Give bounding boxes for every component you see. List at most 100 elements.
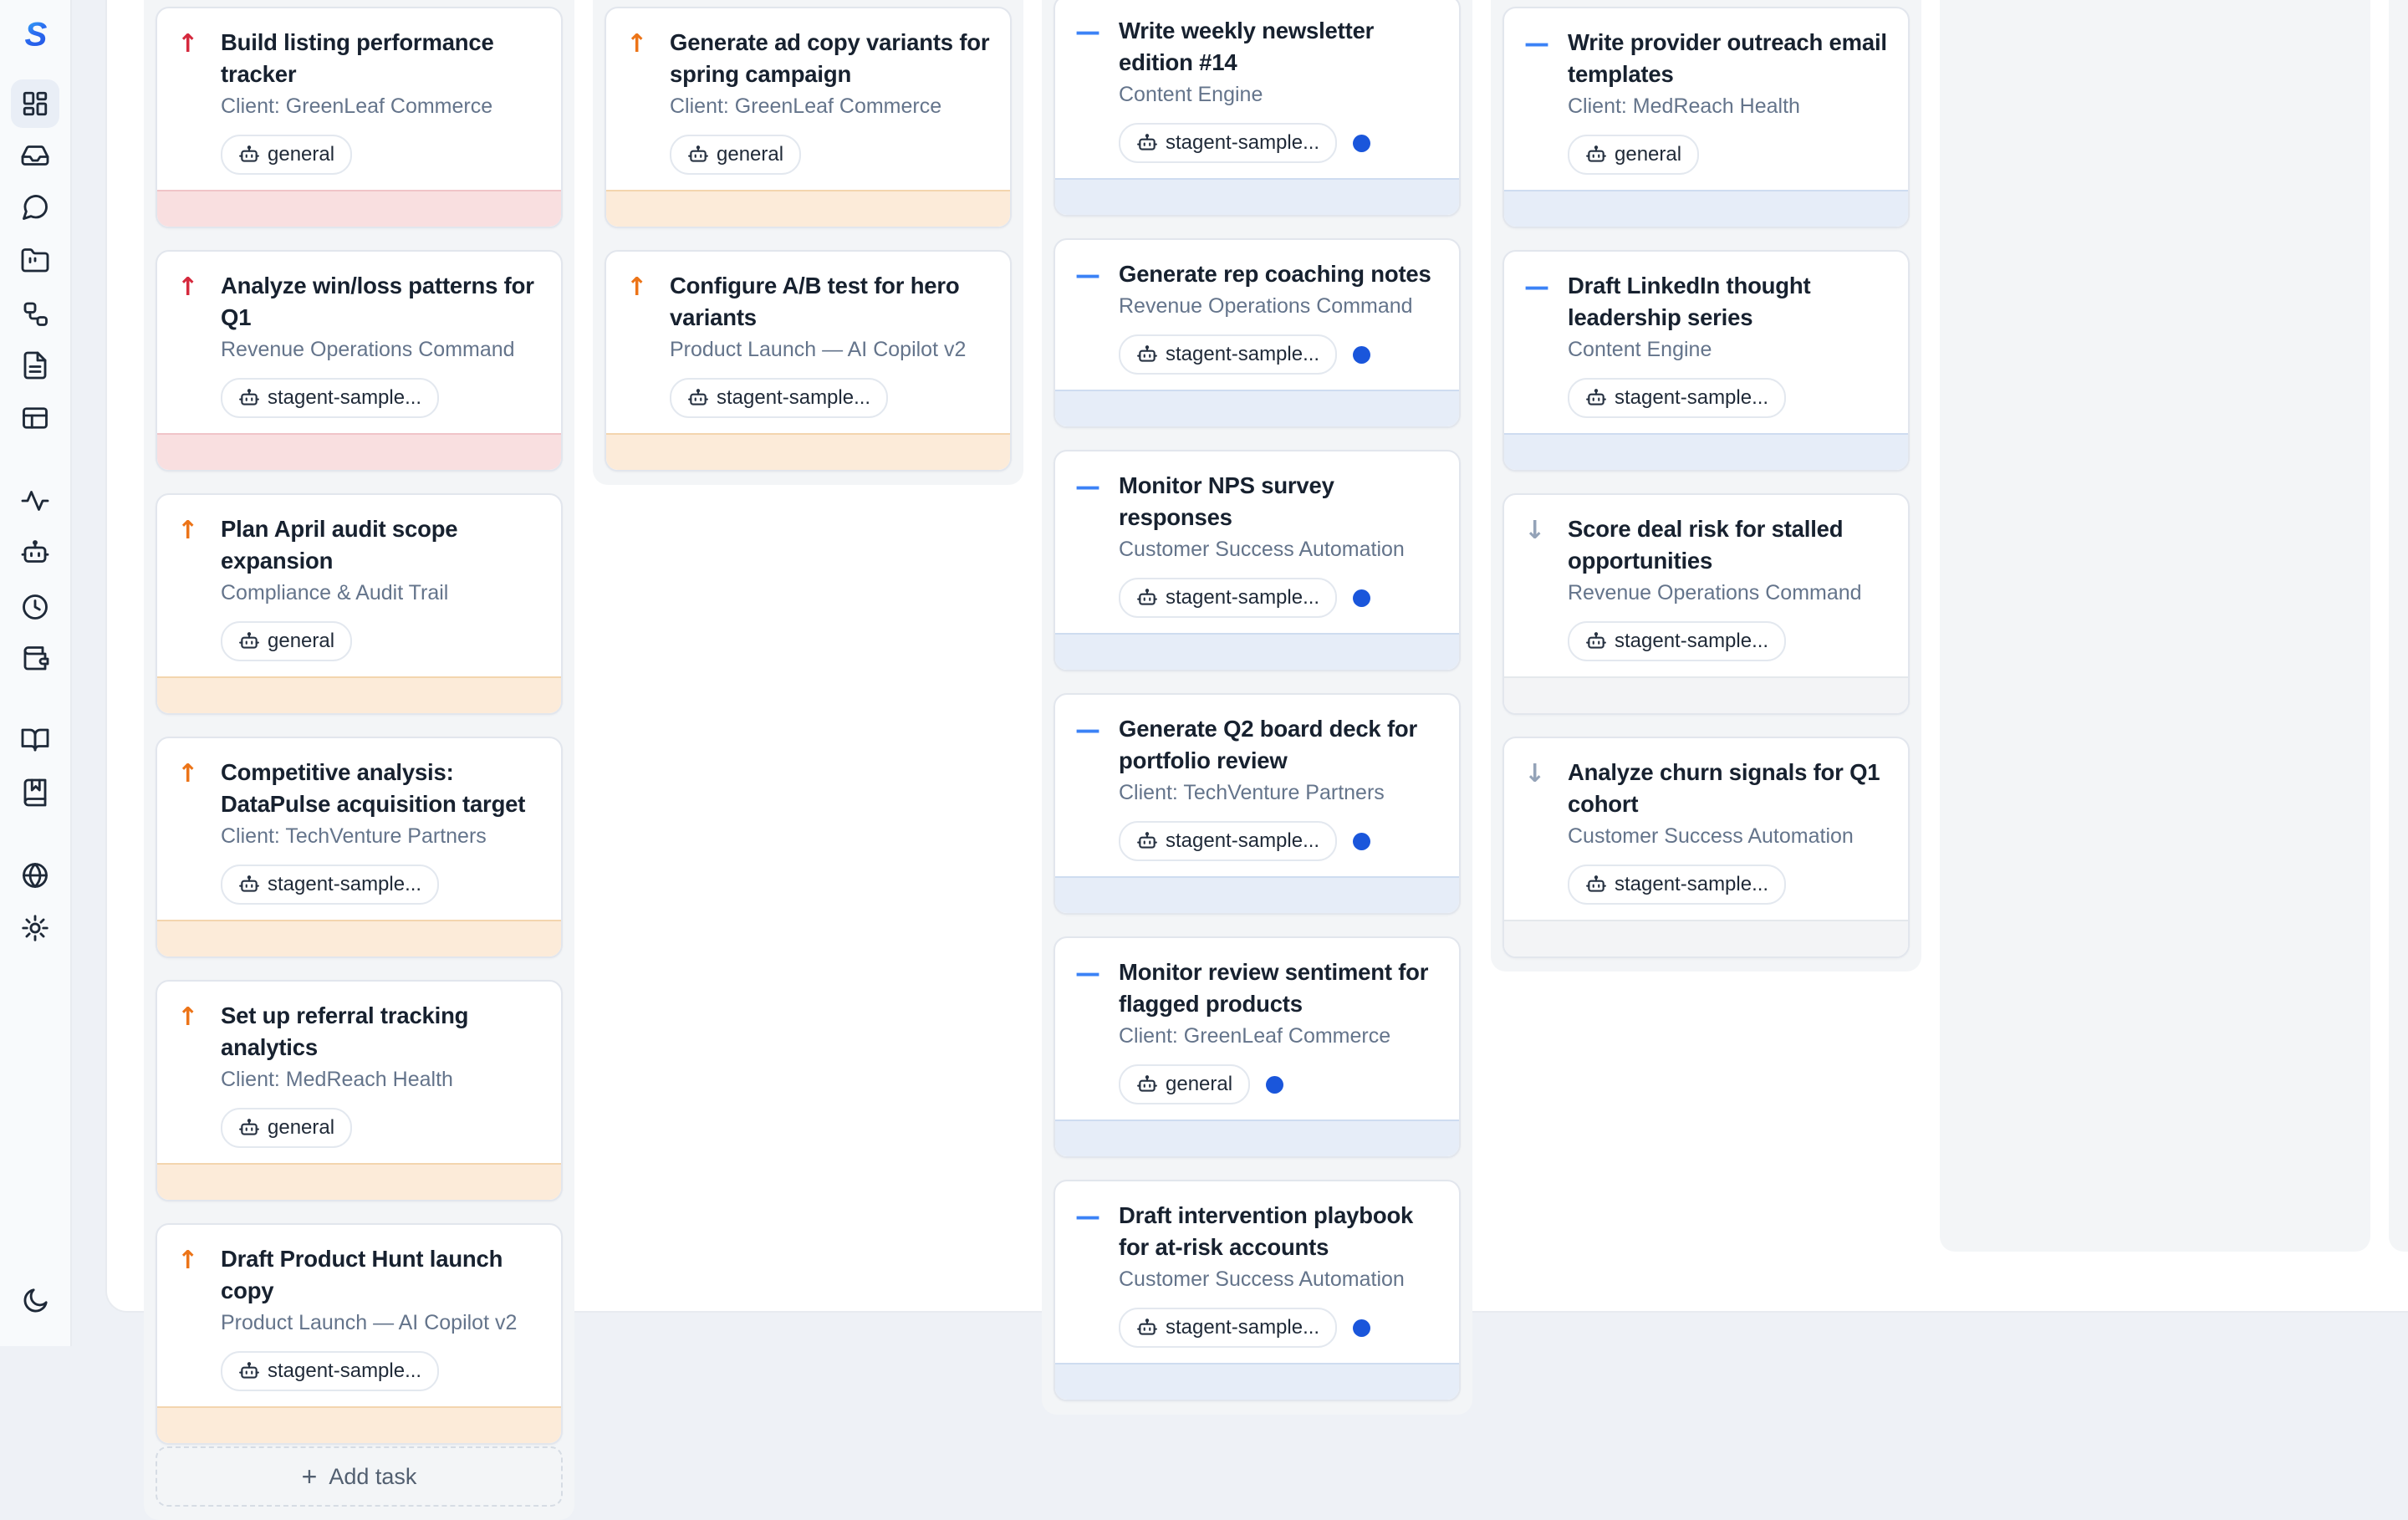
- status-dot: [1353, 589, 1370, 607]
- card-subtitle: Revenue Operations Command: [1119, 293, 1439, 320]
- agent-tag-chip[interactable]: stagent-sample...: [1119, 123, 1337, 163]
- agent-tag-chip[interactable]: general: [221, 621, 352, 661]
- sidebar-item-schedule[interactable]: [11, 583, 59, 631]
- inbox-icon: [20, 140, 50, 171]
- task-card[interactable]: ↑ Draft Product Hunt launch copy Product…: [156, 1223, 563, 1445]
- card-title: Monitor NPS survey responses: [1119, 470, 1439, 533]
- priority-icon: ↓: [1524, 515, 1553, 661]
- agent-tag-chip[interactable]: stagent-sample...: [1568, 621, 1786, 661]
- agent-tag-label: stagent-sample...: [1166, 1316, 1319, 1339]
- chip-row: stagent-sample...: [221, 865, 541, 905]
- agent-tag-chip[interactable]: stagent-sample...: [1119, 578, 1337, 618]
- task-card[interactable]: ↑ Build listing performance tracker Clie…: [156, 7, 563, 228]
- agent-tag-chip[interactable]: general: [1119, 1064, 1250, 1104]
- bot-icon: [1136, 132, 1158, 154]
- sidebar-item-notebook[interactable]: [11, 768, 59, 817]
- agent-tag-chip[interactable]: stagent-sample...: [1119, 1308, 1337, 1348]
- task-card[interactable]: ↑ Generate ad copy variants for spring c…: [605, 7, 1012, 228]
- sidebar-item-web[interactable]: [11, 851, 59, 900]
- sidebar-item-projects[interactable]: [11, 237, 59, 285]
- card-accent-strip: [1055, 633, 1459, 670]
- board-column: ↑ Generate ad copy variants for spring c…: [593, 0, 1023, 485]
- app-logo[interactable]: S: [11, 11, 59, 59]
- task-card[interactable]: ↓ Score deal risk for stalled opportunit…: [1502, 493, 1910, 715]
- card-title: Draft intervention playbook for at-risk …: [1119, 1200, 1439, 1263]
- card-body: ↑ Build listing performance tracker Clie…: [157, 8, 561, 190]
- task-card[interactable]: ↑ Competitive analysis: DataPulse acquis…: [156, 737, 563, 958]
- sidebar-item-dashboard[interactable]: [11, 79, 59, 128]
- task-card[interactable]: — Draft intervention playbook for at-ris…: [1054, 1180, 1461, 1401]
- card-accent-strip: [157, 433, 561, 470]
- agent-tag-chip[interactable]: general: [670, 135, 801, 175]
- card-main: Draft LinkedIn thought leadership series…: [1568, 270, 1888, 418]
- agent-tag-chip[interactable]: stagent-sample...: [1568, 865, 1786, 905]
- sidebar-item-activity[interactable]: [11, 477, 59, 525]
- sidebar-item-library[interactable]: [11, 716, 59, 764]
- bot-icon: [1136, 830, 1158, 852]
- task-card[interactable]: — Generate Q2 board deck for portfolio r…: [1054, 693, 1461, 915]
- sidebar-item-workflows[interactable]: [11, 289, 59, 338]
- card-title: Configure A/B test for hero variants: [670, 270, 990, 334]
- task-card[interactable]: ↑ Analyze win/loss patterns for Q1 Reven…: [156, 250, 563, 472]
- priority-icon: ↑: [177, 28, 206, 175]
- agent-tag-chip[interactable]: stagent-sample...: [1119, 821, 1337, 861]
- sidebar-item-board[interactable]: [11, 394, 59, 442]
- card-accent-strip: [606, 190, 1010, 227]
- card-body: — Draft intervention playbook for at-ris…: [1055, 1181, 1459, 1363]
- task-card[interactable]: — Generate rep coaching notes Revenue Op…: [1054, 238, 1461, 428]
- task-card[interactable]: ↓ Analyze churn signals for Q1 cohort Cu…: [1502, 737, 1910, 958]
- task-card[interactable]: — Draft LinkedIn thought leadership seri…: [1502, 250, 1910, 472]
- add-task-button[interactable]: + Add task: [156, 1446, 563, 1507]
- priority-icon: ↑: [177, 1245, 206, 1391]
- task-card[interactable]: ↑ Configure A/B test for hero variants P…: [605, 250, 1012, 472]
- sidebar-item-settings[interactable]: [11, 904, 59, 952]
- card-title: Draft LinkedIn thought leadership series: [1568, 270, 1888, 334]
- sidebar-item-inbox[interactable]: [11, 131, 59, 180]
- sidebar-item-agents[interactable]: [11, 528, 59, 577]
- board-column: — Write weekly newsletter edition #14 Co…: [1042, 0, 1472, 1415]
- bot-icon: [238, 1360, 260, 1382]
- sidebar-item-messages[interactable]: [11, 183, 59, 232]
- wallet-icon: [20, 644, 50, 674]
- chip-row: general: [221, 621, 541, 661]
- agent-tag-chip[interactable]: stagent-sample...: [221, 865, 439, 905]
- priority-icon: —: [1075, 958, 1104, 1104]
- task-card[interactable]: — Write provider outreach email template…: [1502, 7, 1910, 228]
- card-main: Draft Product Hunt launch copy Product L…: [221, 1243, 541, 1391]
- globe-icon: [20, 860, 50, 890]
- status-dot: [1266, 1076, 1283, 1094]
- chip-row: general: [1568, 135, 1888, 175]
- agent-tag-chip[interactable]: general: [1568, 135, 1699, 175]
- task-card[interactable]: ↑ Set up referral tracking analytics Cli…: [156, 980, 563, 1201]
- agent-tag-label: stagent-sample...: [1166, 586, 1319, 610]
- task-card[interactable]: — Write weekly newsletter edition #14 Co…: [1054, 0, 1461, 217]
- chip-row: stagent-sample...: [221, 1351, 541, 1391]
- agent-tag-label: general: [1615, 143, 1681, 166]
- task-card[interactable]: — Monitor NPS survey responses Customer …: [1054, 450, 1461, 671]
- moon-icon: [20, 1286, 50, 1316]
- card-subtitle: Customer Success Automation: [1568, 823, 1888, 850]
- priority-icon: ↑: [177, 758, 206, 905]
- agent-tag-chip[interactable]: stagent-sample...: [221, 1351, 439, 1391]
- bot-icon: [1585, 144, 1607, 166]
- card-title: Generate Q2 board deck for portfolio rev…: [1119, 713, 1439, 777]
- task-card[interactable]: — Monitor review sentiment for flagged p…: [1054, 936, 1461, 1158]
- agent-tag-chip[interactable]: stagent-sample...: [221, 378, 439, 418]
- sidebar-item-documents[interactable]: [11, 341, 59, 390]
- card-main: Monitor review sentiment for flagged pro…: [1119, 956, 1439, 1104]
- agent-tag-chip[interactable]: stagent-sample...: [1119, 334, 1337, 375]
- card-body: ↓ Analyze churn signals for Q1 cohort Cu…: [1504, 738, 1908, 920]
- card-subtitle: Content Engine: [1568, 336, 1888, 364]
- card-body: ↑ Draft Product Hunt launch copy Product…: [157, 1225, 561, 1406]
- agent-tag-chip[interactable]: general: [221, 135, 352, 175]
- agent-tag-label: general: [717, 143, 783, 166]
- theme-toggle[interactable]: [11, 1277, 59, 1325]
- status-dot: [1353, 833, 1370, 850]
- bot-icon: [238, 630, 260, 652]
- agent-tag-chip[interactable]: stagent-sample...: [670, 378, 888, 418]
- task-card[interactable]: ↑ Plan April audit scope expansion Compl…: [156, 493, 563, 715]
- agent-tag-chip[interactable]: general: [221, 1108, 352, 1148]
- agent-tag-chip[interactable]: stagent-sample...: [1568, 378, 1786, 418]
- chip-row: stagent-sample...: [1119, 1308, 1439, 1348]
- sidebar-item-billing[interactable]: [11, 635, 59, 683]
